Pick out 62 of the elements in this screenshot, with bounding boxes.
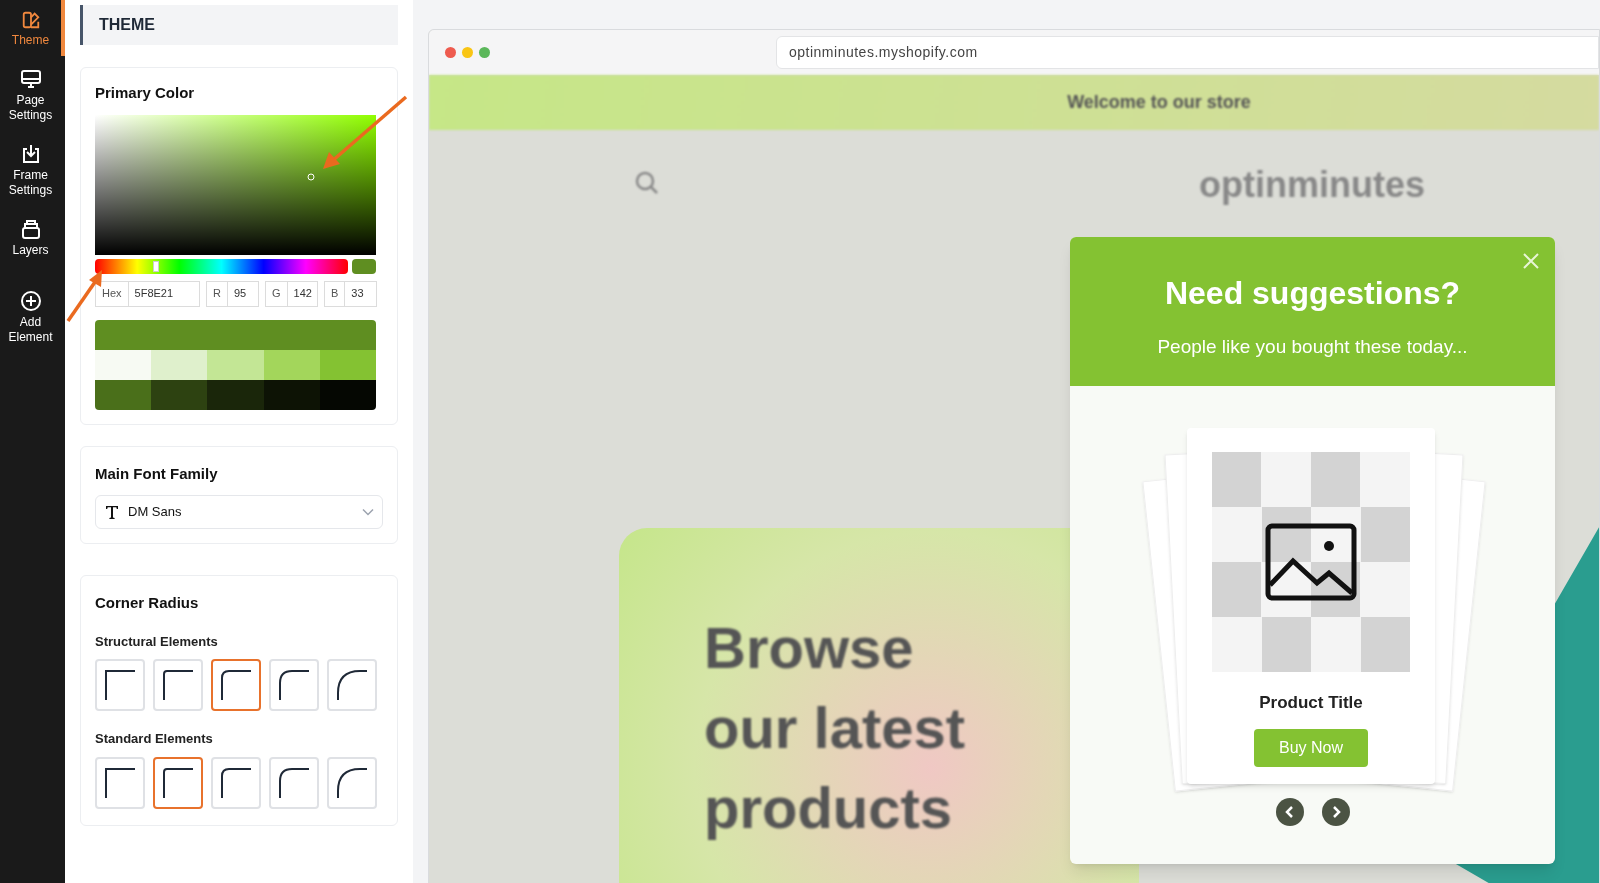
palette-swatch[interactable] bbox=[95, 319, 376, 350]
corner-icon bbox=[220, 766, 252, 799]
font-dropdown[interactable]: DM Sans bbox=[95, 495, 383, 529]
section-title: Main Font Family bbox=[95, 463, 219, 484]
monitor-icon bbox=[19, 68, 42, 90]
corner-icon bbox=[162, 669, 194, 701]
palette-swatch[interactable] bbox=[151, 349, 208, 380]
corner-radius-option[interactable] bbox=[211, 659, 261, 711]
group-label: Standard Elements bbox=[95, 730, 214, 748]
palette-swatch[interactable] bbox=[207, 379, 264, 410]
store-logo: optinminutes bbox=[1199, 163, 1425, 207]
palette-swatch[interactable] bbox=[319, 379, 376, 410]
color-swatch bbox=[352, 258, 376, 274]
palette-swatch[interactable] bbox=[151, 379, 208, 410]
palette-swatch[interactable] bbox=[319, 349, 376, 380]
layers-icon bbox=[19, 218, 42, 240]
corner-icon bbox=[278, 766, 310, 799]
add-icon bbox=[19, 290, 42, 312]
chevron-down-icon bbox=[362, 508, 374, 516]
corner-icon bbox=[278, 669, 310, 701]
palette-swatch[interactable] bbox=[95, 379, 152, 410]
address-bar[interactable]: optinminutes.myshopify.com bbox=[776, 36, 1599, 69]
announcement-bar: Welcome to our store bbox=[429, 75, 1599, 130]
popup-title: Need suggestions? bbox=[1164, 274, 1461, 313]
text-icon bbox=[104, 504, 120, 520]
color-gradient-picker[interactable] bbox=[95, 114, 376, 255]
dropdown-value: DM Sans bbox=[128, 503, 183, 522]
picker-handle[interactable] bbox=[307, 173, 315, 181]
sidebar-tab[interactable]: Add Element bbox=[0, 278, 65, 353]
corner-icon bbox=[104, 766, 136, 799]
corner-icon bbox=[220, 669, 252, 701]
chevron-right-icon bbox=[1330, 806, 1341, 818]
close-icon bbox=[1521, 251, 1541, 271]
corner-icon bbox=[336, 766, 368, 799]
corner-icon bbox=[162, 766, 194, 799]
palette-swatch[interactable] bbox=[263, 379, 320, 410]
corner-icon bbox=[336, 669, 368, 701]
color-value-field[interactable]: B 33 bbox=[324, 280, 377, 307]
corner-radius-option[interactable] bbox=[153, 756, 203, 809]
sidebar-tab[interactable]: Page Settings bbox=[0, 56, 65, 131]
hue-slider[interactable] bbox=[95, 258, 348, 274]
color-value-field[interactable]: R 95 bbox=[206, 280, 259, 307]
hero-heading: Browse our latest products bbox=[704, 614, 967, 842]
section-title: Primary Color bbox=[95, 83, 196, 103]
search-icon bbox=[634, 170, 660, 196]
sidebar-tab[interactable]: Layers bbox=[0, 206, 65, 278]
section-title: Corner Radius bbox=[95, 593, 200, 613]
palette-swatch[interactable] bbox=[263, 349, 320, 380]
panel-title: THEME bbox=[99, 15, 155, 35]
slider-thumb[interactable] bbox=[152, 260, 159, 272]
next-button[interactable] bbox=[1321, 798, 1350, 826]
palette-swatch[interactable] bbox=[95, 349, 152, 380]
color-value-field[interactable]: G 142 bbox=[265, 280, 318, 307]
group-label: Structural Elements bbox=[95, 632, 219, 651]
popup-subtitle: People like you bought these today... bbox=[1157, 335, 1468, 359]
sidebar-tab[interactable]: Frame Settings bbox=[0, 131, 65, 206]
image-icon bbox=[1265, 523, 1357, 601]
chevron-left-icon bbox=[1284, 806, 1295, 818]
corner-icon bbox=[104, 669, 136, 701]
palette-swatch[interactable] bbox=[207, 349, 264, 380]
previous-button[interactable] bbox=[1275, 798, 1304, 826]
product-title: Product Title bbox=[1259, 692, 1363, 714]
